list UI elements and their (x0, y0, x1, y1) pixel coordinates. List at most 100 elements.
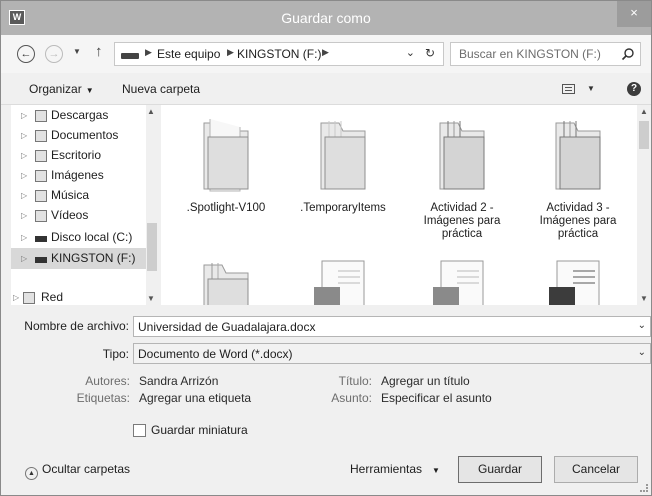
nav-item-disco-local[interactable]: ▷ Disco local (C:) (11, 227, 146, 248)
expand-icon[interactable]: ▷ (21, 185, 27, 206)
expand-icon[interactable]: ▷ (21, 165, 27, 186)
organize-button[interactable]: Organizar ▼ (29, 82, 94, 96)
recent-locations-button[interactable]: ▼ (73, 47, 81, 56)
caret-down-icon: ▼ (432, 466, 440, 475)
scroll-up-icon[interactable]: ▲ (640, 107, 648, 116)
expand-icon[interactable]: ▷ (13, 287, 19, 308)
breadcrumb-este-equipo[interactable]: Este equipo (157, 47, 220, 61)
folder-icon (203, 119, 249, 192)
save-button[interactable]: Guardar (458, 456, 542, 483)
chevron-down-icon[interactable]: ⌄ (638, 320, 646, 331)
cancel-button[interactable]: Cancelar (554, 456, 638, 483)
hide-folders-button[interactable]: ▲ Ocultar carpetas (25, 462, 130, 480)
window-title: Guardar como (281, 10, 371, 26)
chevron-right-icon[interactable]: ▶ (227, 47, 234, 58)
nav-item-label: Vídeos (51, 208, 89, 222)
folder-item[interactable]: .TemporaryItems (288, 113, 398, 215)
folder-icon (555, 121, 601, 190)
nav-item-escritorio[interactable]: ▷ Escritorio (11, 145, 146, 166)
drive-icon (121, 53, 139, 59)
title-value[interactable]: Agregar un título (381, 374, 470, 388)
filetype-select[interactable]: Documento de Word (*.docx) ⌄ (133, 343, 651, 364)
files-scrollbar[interactable]: ▲ ▼ (637, 105, 651, 305)
usb-drive-icon (35, 257, 47, 263)
resize-grip-icon[interactable] (640, 484, 648, 492)
chevron-right-icon[interactable]: ▶ (322, 47, 329, 58)
filename-value[interactable]: Universidad de Guadalajara.docx (138, 320, 315, 334)
folder-item[interactable]: Actividad 2 - Imágenes para práctica (407, 113, 517, 241)
file-label: Actividad 3 - Imágenes para práctica (539, 202, 617, 240)
refresh-icon[interactable]: ↻ (425, 46, 435, 60)
network-icon (23, 292, 35, 304)
document-item[interactable] (523, 259, 633, 305)
authors-value[interactable]: Sandra Arrizón (139, 374, 218, 388)
nav-item-documentos[interactable]: ▷ Documentos (11, 125, 146, 146)
subject-value[interactable]: Especificar el asunto (381, 391, 492, 405)
scrollbar-thumb[interactable] (147, 223, 157, 271)
chevron-up-icon: ▲ (25, 467, 38, 480)
folder-icon (320, 121, 366, 190)
tools-button[interactable]: Herramientas ▼ (350, 462, 440, 476)
address-bar[interactable]: ▶ Este equipo ▶ KINGSTON (F:) ▶ ⌄ ↻ (114, 42, 444, 66)
tags-label: Etiquetas: (76, 391, 130, 405)
close-button[interactable]: × (617, 1, 651, 27)
expand-icon[interactable]: ▷ (21, 125, 27, 146)
nav-item-label: KINGSTON (F:) (51, 251, 136, 265)
save-thumbnail-checkbox[interactable] (133, 424, 146, 437)
up-button[interactable]: ↑ (95, 43, 103, 60)
title-bar: W Guardar como × (1, 1, 651, 35)
expand-icon[interactable]: ▷ (21, 227, 27, 248)
breadcrumb-kingston[interactable]: KINGSTON (F:) (237, 47, 321, 61)
folder-item[interactable]: Actividad 3 - Imágenes para práctica (523, 113, 633, 241)
expand-icon[interactable]: ▷ (21, 248, 27, 269)
title-label: Título: (338, 374, 372, 388)
search-box[interactable] (450, 42, 641, 66)
folder-item[interactable] (171, 255, 281, 305)
filename-label: Nombre de archivo: (24, 319, 129, 333)
back-button[interactable]: ← (17, 45, 35, 63)
forward-button[interactable]: → (45, 45, 63, 63)
folder-icon (203, 263, 249, 305)
nav-item-label: Música (51, 188, 90, 202)
nav-item-label: Imágenes (51, 168, 104, 182)
nav-item-label: Disco local (C:) (51, 230, 133, 244)
folder-item[interactable]: .Spotlight-V100 (171, 113, 281, 215)
filename-field[interactable]: Universidad de Guadalajara.docx ⌄ (133, 316, 651, 337)
document-item[interactable] (407, 259, 517, 305)
scroll-up-icon[interactable]: ▲ (147, 107, 155, 116)
nav-item-descargas[interactable]: ▷ Descargas (11, 105, 146, 126)
view-icon[interactable] (562, 84, 575, 94)
nav-item-imagenes[interactable]: ▷ Imágenes (11, 165, 146, 186)
expand-icon[interactable]: ▷ (21, 145, 27, 166)
document-item[interactable] (288, 259, 398, 305)
expand-icon[interactable]: ▷ (21, 105, 27, 126)
nav-item-musica[interactable]: ▷ Música (11, 185, 146, 206)
nav-scrollbar[interactable]: ▲ ▼ (146, 105, 158, 305)
downloads-icon (35, 110, 47, 122)
tags-value[interactable]: Agregar una etiqueta (139, 391, 251, 405)
local-disk-icon (35, 236, 47, 242)
save-thumbnail-label[interactable]: Guardar miniatura (151, 423, 248, 437)
search-icon[interactable] (621, 47, 635, 61)
chevron-down-icon[interactable]: ⌄ (406, 46, 415, 59)
address-row: ← → ▼ ↑ ▶ Este equipo ▶ KINGSTON (F:) ▶ … (1, 35, 651, 73)
chevron-down-icon[interactable]: ⌄ (638, 347, 646, 358)
search-input[interactable] (459, 47, 609, 61)
folder-icon (439, 121, 485, 190)
nav-item-kingston[interactable]: ▷ KINGSTON (F:) (11, 248, 146, 269)
scrollbar-thumb[interactable] (639, 121, 649, 149)
chevron-right-icon[interactable]: ▶ (145, 47, 152, 58)
caret-down-icon[interactable]: ▼ (587, 84, 595, 93)
nav-item-label: Documentos (51, 128, 119, 142)
help-icon[interactable]: ? (627, 82, 641, 96)
file-list: .Spotlight-V100 .TemporaryItems Activida… (161, 105, 651, 305)
expand-icon[interactable]: ▷ (21, 205, 27, 226)
file-label: .TemporaryItems (300, 202, 386, 214)
new-folder-button[interactable]: Nueva carpeta (122, 82, 200, 96)
documents-icon (35, 130, 47, 142)
scroll-down-icon[interactable]: ▼ (147, 294, 155, 303)
scroll-down-icon[interactable]: ▼ (640, 294, 648, 303)
authors-label: Autores: (85, 374, 130, 388)
nav-item-videos[interactable]: ▷ Vídeos (11, 205, 146, 226)
nav-item-red[interactable]: ▷ Red (1, 287, 136, 308)
